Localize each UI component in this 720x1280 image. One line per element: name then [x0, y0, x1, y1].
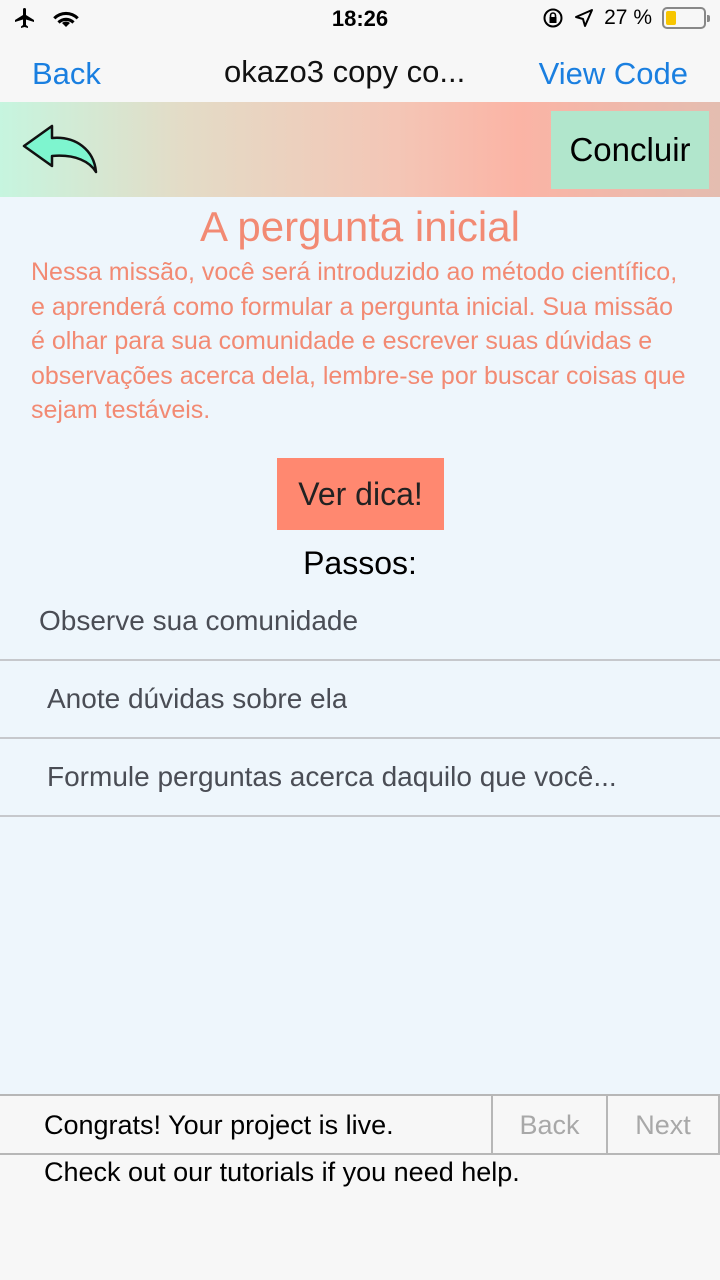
battery-icon: [662, 7, 710, 29]
step-item[interactable]: Formule perguntas acerca daquilo que voc…: [0, 739, 720, 817]
location-icon: [575, 9, 594, 27]
steps-title: Passos:: [303, 545, 417, 581]
status-right: 27 %: [542, 6, 710, 30]
step-item[interactable]: Observe sua comunidade: [0, 583, 720, 661]
mission-title: A pergunta inicial: [200, 203, 520, 250]
congrats-text: Congrats! Your project is live.: [44, 1110, 394, 1140]
nav-bar: Back okazo3 copy co... View Code: [0, 40, 720, 102]
tutorial-panel: Congrats! Your project is live. Back Nex…: [0, 1094, 720, 1280]
step-label: Anote dúvidas sobre ela: [47, 683, 348, 714]
rotation-lock-icon: [543, 8, 563, 28]
view-code-button[interactable]: View Code: [539, 56, 688, 92]
tutorial-row: Congrats! Your project is live. Back Nex…: [0, 1094, 720, 1155]
back-arrow-icon[interactable]: [22, 122, 100, 178]
battery-fill: [666, 11, 676, 25]
app-header: Concluir: [0, 102, 720, 197]
hint-button[interactable]: Ver dica!: [277, 458, 444, 530]
nav-back-button[interactable]: Back: [32, 56, 101, 92]
mission-content: A pergunta inicial Nessa missão, você se…: [0, 197, 720, 1094]
step-label: Observe sua comunidade: [39, 605, 359, 636]
step-item[interactable]: Anote dúvidas sobre ela: [0, 661, 720, 739]
concluir-button[interactable]: Concluir: [551, 111, 709, 189]
steps-list: Observe sua comunidade Anote dúvidas sob…: [0, 583, 720, 817]
tutorial-next-button[interactable]: Next: [606, 1096, 720, 1155]
status-bar: 18:26 27 %: [0, 0, 720, 40]
help-text: Check out our tutorials if you need help…: [44, 1157, 520, 1187]
nav-title: okazo3 copy co...: [224, 54, 466, 89]
tutorial-back-button[interactable]: Back: [491, 1096, 606, 1155]
mission-description: Nessa missão, você será introduzido ao m…: [31, 258, 686, 424]
battery-percent: 27 %: [604, 6, 652, 29]
step-label: Formule perguntas acerca daquilo que voc…: [47, 761, 617, 792]
